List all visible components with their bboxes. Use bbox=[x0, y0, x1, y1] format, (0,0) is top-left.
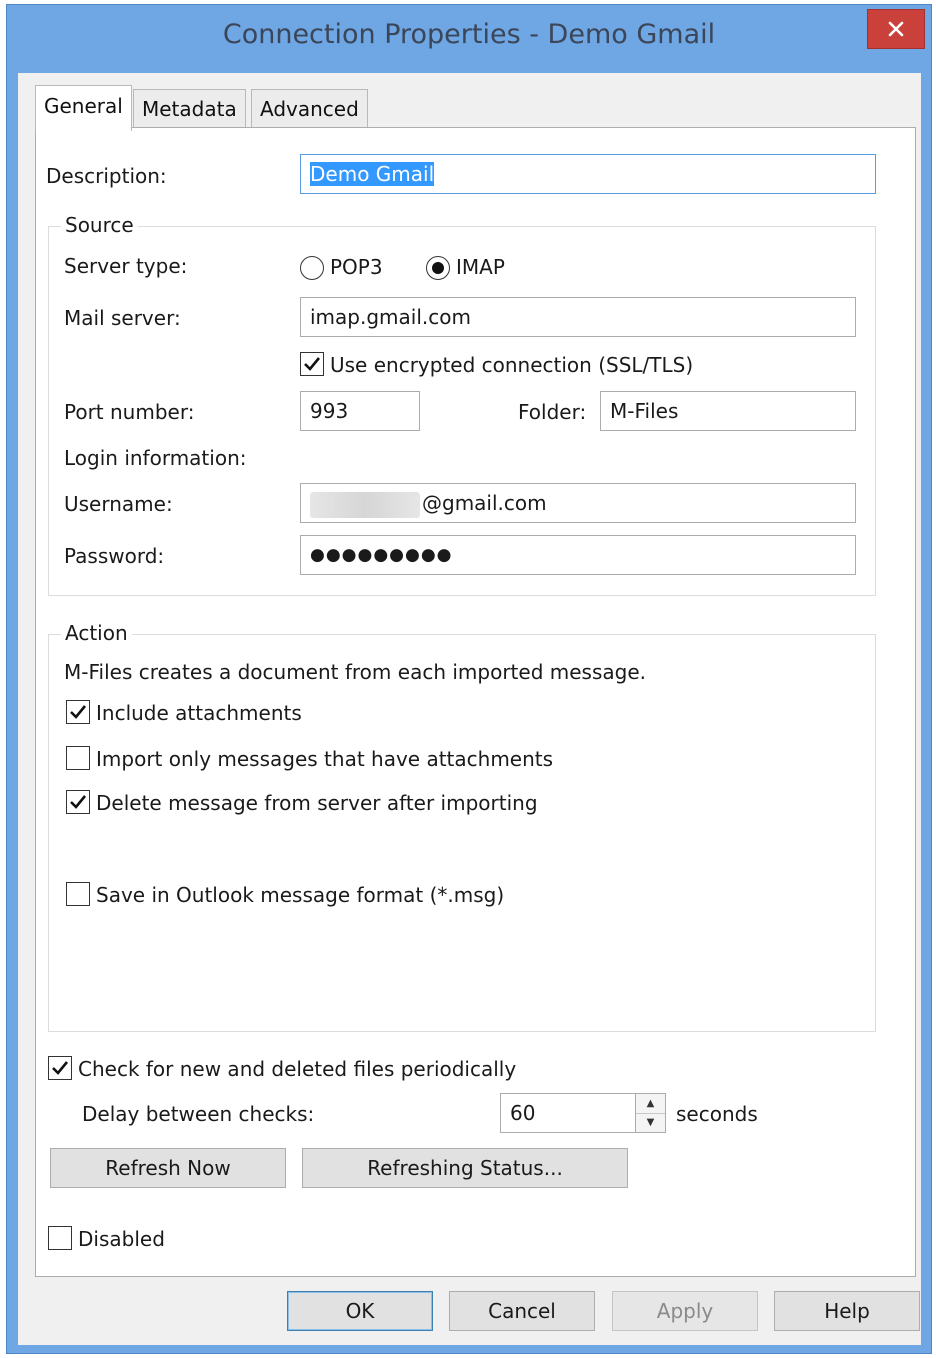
folder-field[interactable]: M-Files bbox=[600, 391, 856, 431]
apply-button[interactable]: Apply bbox=[612, 1291, 758, 1331]
username-field[interactable]: @gmail.com bbox=[300, 483, 856, 523]
delay-label: Delay between checks: bbox=[82, 1102, 315, 1126]
encrypted-label[interactable]: Use encrypted connection (SSL/TLS) bbox=[330, 353, 693, 377]
close-button[interactable] bbox=[867, 9, 925, 49]
delay-spin-buttons[interactable]: ▲ ▼ bbox=[635, 1094, 665, 1132]
delay-spinner[interactable]: 60 ▲ ▼ bbox=[500, 1093, 666, 1133]
description-value: Demo Gmail bbox=[310, 162, 435, 186]
action-group-title: Action bbox=[61, 621, 132, 645]
periodic-check-label[interactable]: Check for new and deleted files periodic… bbox=[78, 1057, 516, 1081]
include-attachments-label[interactable]: Include attachments bbox=[96, 701, 302, 725]
dialog-client-area: General Metadata Advanced Description: D… bbox=[18, 73, 921, 1345]
password-label: Password: bbox=[64, 544, 165, 568]
dialog-window: Connection Properties - Demo Gmail Gener… bbox=[6, 4, 932, 1354]
imap-radio[interactable] bbox=[426, 256, 450, 280]
server-type-label: Server type: bbox=[64, 254, 188, 278]
imap-label[interactable]: IMAP bbox=[456, 255, 505, 279]
description-label: Description: bbox=[46, 164, 167, 188]
refreshing-status-button[interactable]: Refreshing Status... bbox=[302, 1148, 628, 1188]
tab-advanced[interactable]: Advanced bbox=[251, 89, 368, 129]
username-label: Username: bbox=[64, 492, 173, 516]
import-only-label[interactable]: Import only messages that have attachmen… bbox=[96, 747, 553, 771]
periodic-check-checkbox[interactable] bbox=[48, 1056, 72, 1080]
save-msg-format-label[interactable]: Save in Outlook message format (*.msg) bbox=[96, 883, 504, 907]
delay-value: 60 bbox=[510, 1101, 536, 1125]
tab-page-general: Description: Demo Gmail Source Server ty… bbox=[35, 127, 916, 1277]
check-icon bbox=[52, 1061, 69, 1075]
pop3-radio[interactable] bbox=[300, 256, 324, 280]
include-attachments-checkbox[interactable] bbox=[66, 700, 90, 724]
help-button[interactable]: Help bbox=[774, 1291, 920, 1331]
delete-message-checkbox[interactable] bbox=[66, 790, 90, 814]
mail-server-label: Mail server: bbox=[64, 306, 181, 330]
disabled-checkbox[interactable] bbox=[48, 1226, 72, 1250]
login-information-label: Login information: bbox=[64, 446, 247, 470]
delay-unit-label: seconds bbox=[676, 1102, 758, 1126]
tab-general[interactable]: General bbox=[35, 85, 132, 131]
port-number-field[interactable]: 993 bbox=[300, 391, 420, 431]
title-bar[interactable]: Connection Properties - Demo Gmail bbox=[7, 5, 931, 71]
check-icon bbox=[70, 705, 87, 719]
action-group: Action bbox=[48, 621, 876, 1032]
password-field[interactable]: ●●●●●●●●● bbox=[300, 535, 856, 575]
tab-metadata[interactable]: Metadata bbox=[133, 89, 246, 129]
encrypted-checkbox[interactable] bbox=[300, 352, 324, 376]
folder-label: Folder: bbox=[518, 400, 587, 424]
redacted-username bbox=[310, 491, 420, 518]
action-description: M-Files creates a document from each imp… bbox=[64, 660, 646, 684]
window-title: Connection Properties - Demo Gmail bbox=[222, 19, 716, 50]
check-icon bbox=[70, 795, 87, 809]
cancel-button[interactable]: Cancel bbox=[449, 1291, 595, 1331]
close-icon bbox=[888, 21, 904, 37]
username-domain: @gmail.com bbox=[422, 491, 547, 515]
import-only-checkbox[interactable] bbox=[66, 746, 90, 770]
description-field[interactable]: Demo Gmail bbox=[300, 154, 876, 194]
spin-down-icon[interactable]: ▼ bbox=[636, 1113, 665, 1132]
delete-message-label[interactable]: Delete message from server after importi… bbox=[96, 791, 538, 815]
check-icon bbox=[304, 357, 321, 371]
save-msg-format-checkbox[interactable] bbox=[66, 882, 90, 906]
radio-selected-dot bbox=[432, 262, 444, 274]
disabled-label[interactable]: Disabled bbox=[78, 1227, 165, 1251]
ok-button[interactable]: OK bbox=[287, 1291, 433, 1331]
port-number-label: Port number: bbox=[64, 400, 195, 424]
refresh-now-button[interactable]: Refresh Now bbox=[50, 1148, 286, 1188]
pop3-label[interactable]: POP3 bbox=[330, 255, 383, 279]
mail-server-field[interactable]: imap.gmail.com bbox=[300, 297, 856, 337]
source-group-title: Source bbox=[61, 213, 138, 237]
